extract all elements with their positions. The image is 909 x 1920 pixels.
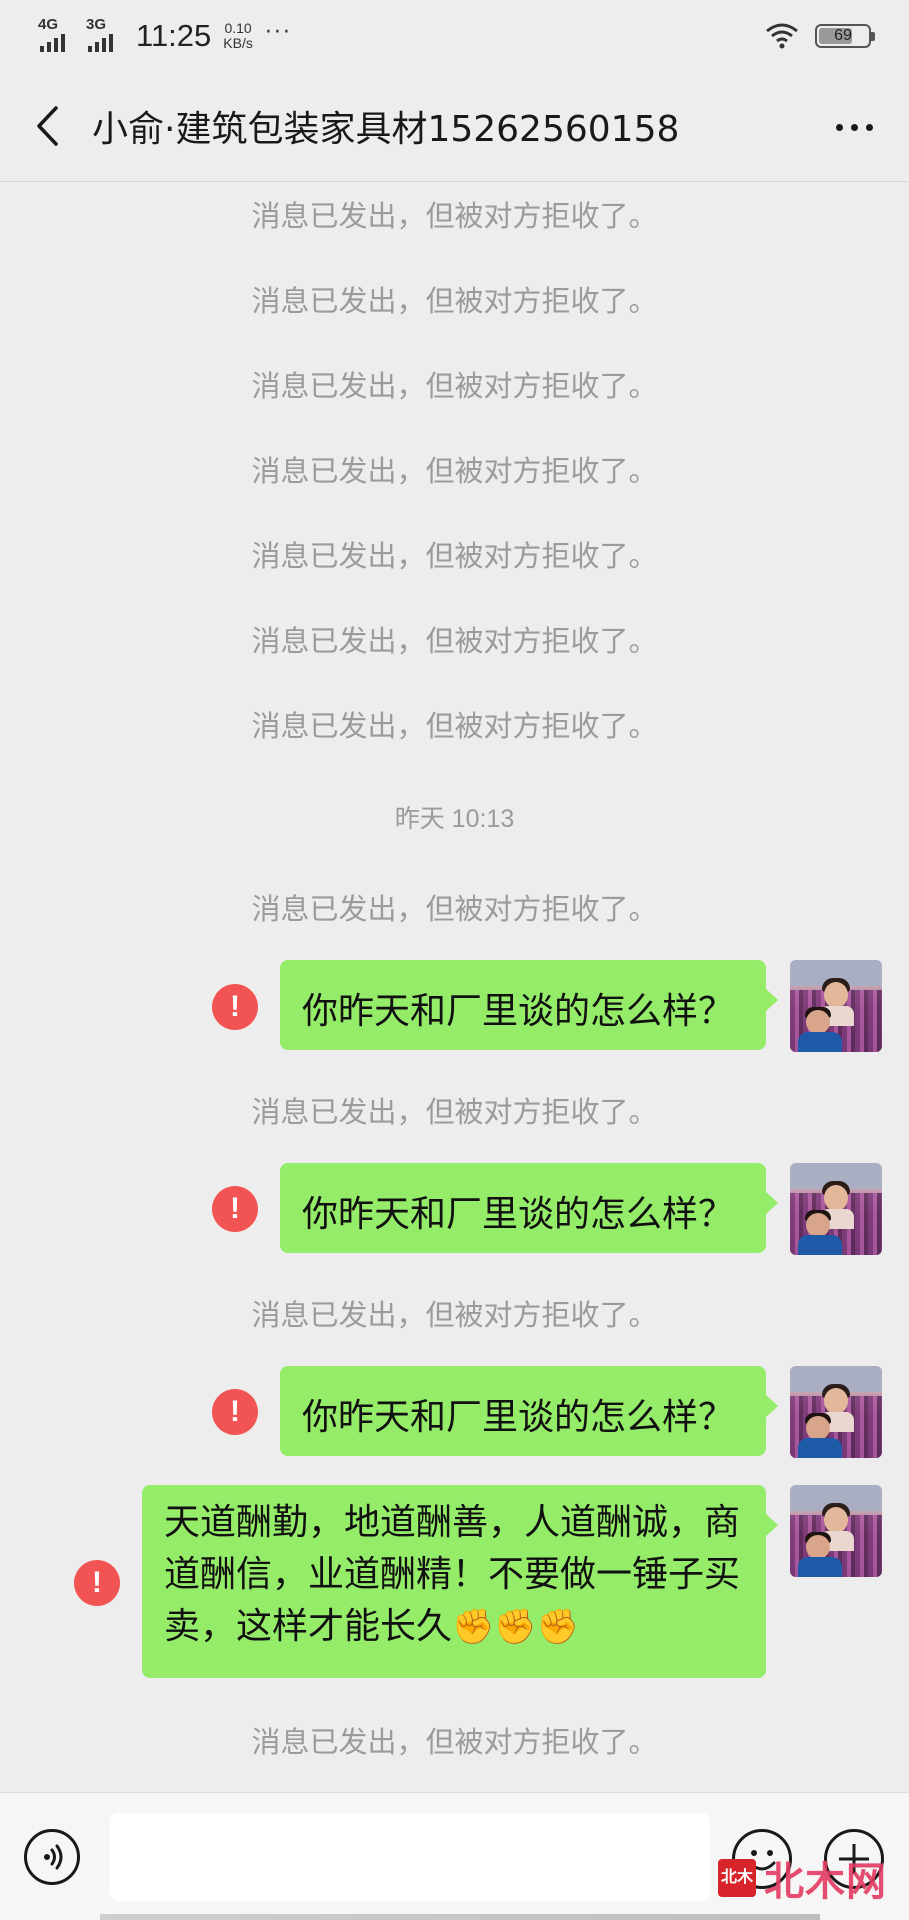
user-avatar[interactable] xyxy=(790,1366,882,1458)
system-message-rejected: 消息已发出，但被对方拒收了。 xyxy=(251,369,658,403)
system-message-rejected: 消息已发出，但被对方拒收了。 xyxy=(251,1298,658,1332)
status-time: 11:25 xyxy=(136,18,212,53)
message-input[interactable] xyxy=(110,1813,710,1901)
message-bubble[interactable]: 你昨天和厂里谈的怎么样？ xyxy=(280,1163,778,1253)
user-avatar[interactable] xyxy=(790,960,882,1052)
status-right: 69 xyxy=(765,18,875,54)
home-indicator xyxy=(100,1914,820,1920)
send-failed-icon[interactable]: ! xyxy=(212,1186,258,1232)
watermark-logo: 北木 xyxy=(718,1859,756,1897)
system-message-rejected: 消息已发出，但被对方拒收了。 xyxy=(251,539,658,573)
more-dot xyxy=(865,123,873,131)
network-3g-label: 3G xyxy=(86,16,107,33)
system-message-rejected: 消息已发出，但被对方拒收了。 xyxy=(251,1725,658,1759)
system-message-rejected: 消息已发出，但被对方拒收了。 xyxy=(251,284,658,318)
status-more-dots: ··· xyxy=(264,19,292,45)
message-bubble-long[interactable]: 天道酬勤，地道酬善，人道酬诚，商道酬信，业道酬精！不要做一锤子买卖，这样才能长久… xyxy=(142,1485,778,1678)
input-bar: 北木 北木网 xyxy=(0,1792,909,1920)
fist-emoji-icons: ✊✊✊ xyxy=(452,1607,580,1647)
more-dot xyxy=(850,123,858,131)
chat-header: 小俞·建筑包装家具材15262560158 xyxy=(0,70,909,182)
message-bubble[interactable]: 你昨天和厂里谈的怎么样？ xyxy=(280,1366,778,1456)
chevron-left-icon xyxy=(37,106,58,146)
send-failed-icon[interactable]: ! xyxy=(74,1560,120,1606)
system-message-rejected: 消息已发出，但被对方拒收了。 xyxy=(251,454,658,488)
watermark-text: 北木网 xyxy=(764,1859,887,1905)
message-text-long: 天道酬勤，地道酬善，人道酬诚，商道酬信，业道酬精！不要做一锤子买卖，这样才能长久… xyxy=(164,1497,744,1653)
user-avatar[interactable] xyxy=(790,1163,882,1255)
more-dot xyxy=(835,123,843,131)
battery-icon: 69 xyxy=(815,24,875,48)
system-message-rejected: 消息已发出，但被对方拒收了。 xyxy=(251,709,658,743)
network-speed-value: 0.10 xyxy=(224,20,252,36)
system-message-rejected: 消息已发出，但被对方拒收了。 xyxy=(251,892,658,926)
voice-icon xyxy=(44,1844,63,1870)
wifi-icon xyxy=(766,23,798,49)
signal-4g-icon: 4G xyxy=(38,16,78,56)
back-button[interactable] xyxy=(22,98,72,154)
signal-3g-icon: 3G xyxy=(86,16,126,56)
system-message-rejected: 消息已发出，但被对方拒收了。 xyxy=(251,199,658,233)
more-options-button[interactable] xyxy=(829,104,879,150)
system-message-rejected: 消息已发出，但被对方拒收了。 xyxy=(251,624,658,658)
network-speed: 0.10 KB/s xyxy=(223,21,253,51)
message-text: 你昨天和厂里谈的怎么样？ xyxy=(302,1397,735,1438)
status-bar: 4G 3G 11:25 0.10 KB/s ··· 69 xyxy=(0,0,909,70)
status-left: 4G 3G 11:25 0.10 KB/s ··· xyxy=(38,14,292,58)
message-bubble[interactable]: 你昨天和厂里谈的怎么样？ xyxy=(280,960,778,1050)
user-avatar[interactable] xyxy=(790,1485,882,1577)
battery-level: 69 xyxy=(834,27,852,44)
message-timestamp: 昨天 10:13 xyxy=(394,805,515,833)
send-failed-icon[interactable]: ! xyxy=(212,984,258,1030)
send-failed-icon[interactable]: ! xyxy=(212,1389,258,1435)
system-message-rejected: 消息已发出，但被对方拒收了。 xyxy=(251,1095,658,1129)
network-4g-label: 4G xyxy=(38,16,59,33)
voice-input-button[interactable] xyxy=(24,1829,80,1885)
network-speed-unit: KB/s xyxy=(223,35,253,51)
watermark: 北木 北木网 xyxy=(718,1856,887,1905)
message-text: 你昨天和厂里谈的怎么样？ xyxy=(302,991,735,1032)
message-text: 你昨天和厂里谈的怎么样？ xyxy=(302,1194,735,1235)
chat-title: 小俞·建筑包装家具材15262560158 xyxy=(92,109,680,150)
